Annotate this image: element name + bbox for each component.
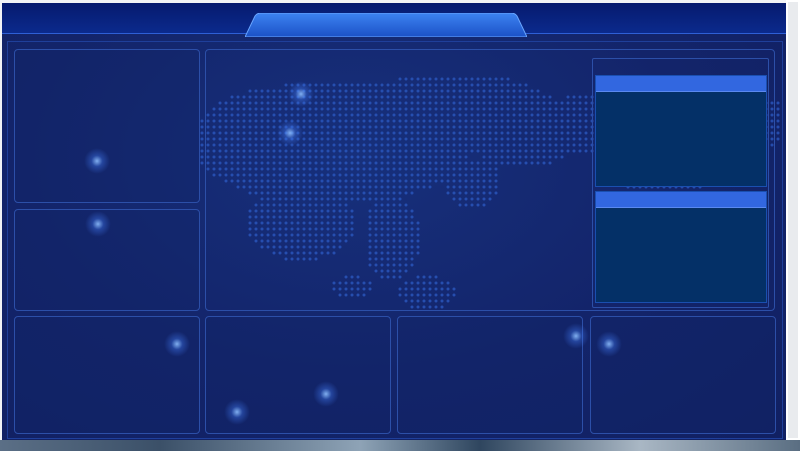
map-dot: [200, 143, 204, 147]
glow-dot: [596, 331, 622, 357]
info-card-title: [596, 81, 600, 92]
dashboard-screen: [2, 3, 786, 440]
map-dot: [200, 131, 204, 135]
map-dot: [776, 101, 780, 105]
info-card-header: [596, 76, 766, 92]
map-dot: [200, 119, 204, 123]
map-dot: [200, 155, 204, 159]
panel-bottom-3: [397, 316, 583, 434]
map-dot: [776, 125, 780, 129]
info-card-header: [596, 192, 766, 208]
scrollbar-thumb[interactable]: [788, 2, 798, 438]
glow-dot: [288, 81, 314, 107]
glow-dot: [563, 323, 589, 349]
glow-dot: [277, 120, 303, 146]
map-dot: [776, 113, 780, 117]
glow-dot: [313, 381, 339, 407]
info-card-title: [596, 197, 600, 208]
map-dot: [776, 119, 780, 123]
background-strip: [0, 440, 800, 451]
info-card-2: [595, 191, 767, 303]
glow-dot: [84, 148, 110, 174]
map-dot: [776, 137, 780, 141]
glow-dot: [224, 399, 250, 425]
map-dot: [200, 125, 204, 129]
glow-dot: [85, 211, 111, 237]
map-dot: [200, 137, 204, 141]
map-dot: [200, 149, 204, 153]
glow-dot: [164, 331, 190, 357]
map-dot: [776, 131, 780, 135]
map-dot: [200, 161, 204, 165]
map-dot: [776, 107, 780, 111]
info-card-1: [595, 75, 767, 187]
panel-top-left: [14, 49, 200, 203]
